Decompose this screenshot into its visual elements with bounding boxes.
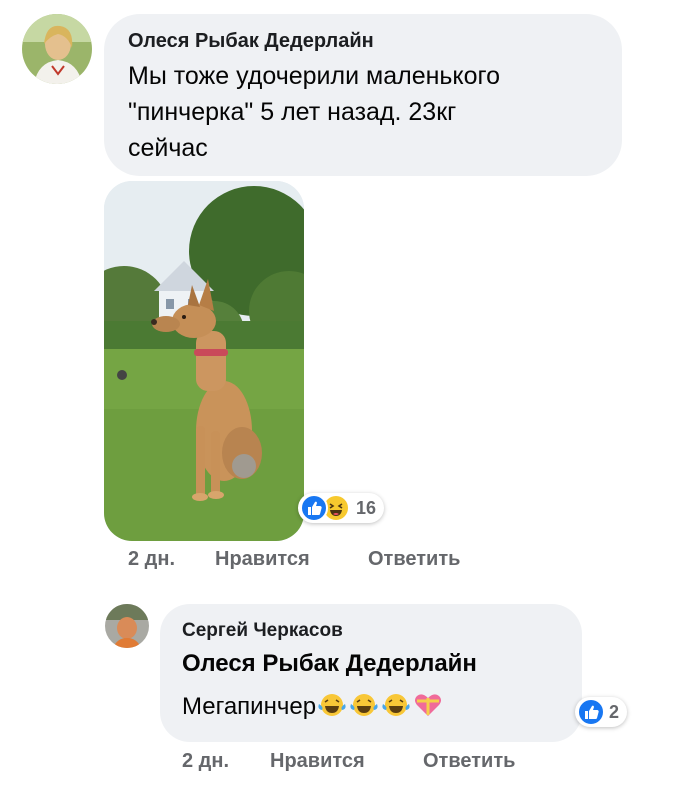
comment-text-line: Мы тоже удочерили маленького (128, 62, 501, 90)
tears-of-joy-emoji (348, 692, 380, 725)
gift-heart-emoji (412, 692, 444, 725)
reaction-summary[interactable]: 16 (298, 493, 385, 523)
reaction-count: 2 (609, 701, 620, 722)
reaction-count: 16 (356, 497, 377, 518)
like-icon (300, 494, 328, 522)
avatar-sergey[interactable] (105, 604, 149, 648)
reply-button[interactable]: Ответить (423, 750, 515, 773)
comment-text-line: "пинчерка" 5 лет назад. 23кг (128, 98, 457, 126)
comment-time[interactable]: 2 дн. (182, 750, 229, 773)
comment-text: Мы тоже удочерили маленького "пинчерка" … (128, 58, 608, 166)
comment-text: Мегапинчер (182, 692, 444, 725)
like-icon (577, 698, 605, 726)
avatar-olesya[interactable] (22, 14, 92, 84)
comment-time[interactable]: 2 дн. (128, 548, 175, 571)
comment-text-body: Мегапинчер (182, 693, 317, 720)
tears-of-joy-emoji (380, 692, 412, 725)
comment-author-name[interactable]: Олеся Рыбак Дедерлайн (128, 30, 374, 53)
comment-text-line: сейчас (128, 134, 208, 162)
like-button[interactable]: Нравится (270, 750, 365, 773)
like-button[interactable]: Нравится (215, 548, 310, 571)
reply-button[interactable]: Ответить (368, 548, 460, 571)
comment-author-name[interactable]: Сергей Черкасов (182, 620, 343, 642)
tears-of-joy-emoji (316, 692, 348, 725)
reaction-summary[interactable]: 2 (575, 697, 628, 727)
mention-link[interactable]: Олеся Рыбак Дедерлайн (182, 650, 477, 678)
dog-photo[interactable] (104, 181, 304, 541)
